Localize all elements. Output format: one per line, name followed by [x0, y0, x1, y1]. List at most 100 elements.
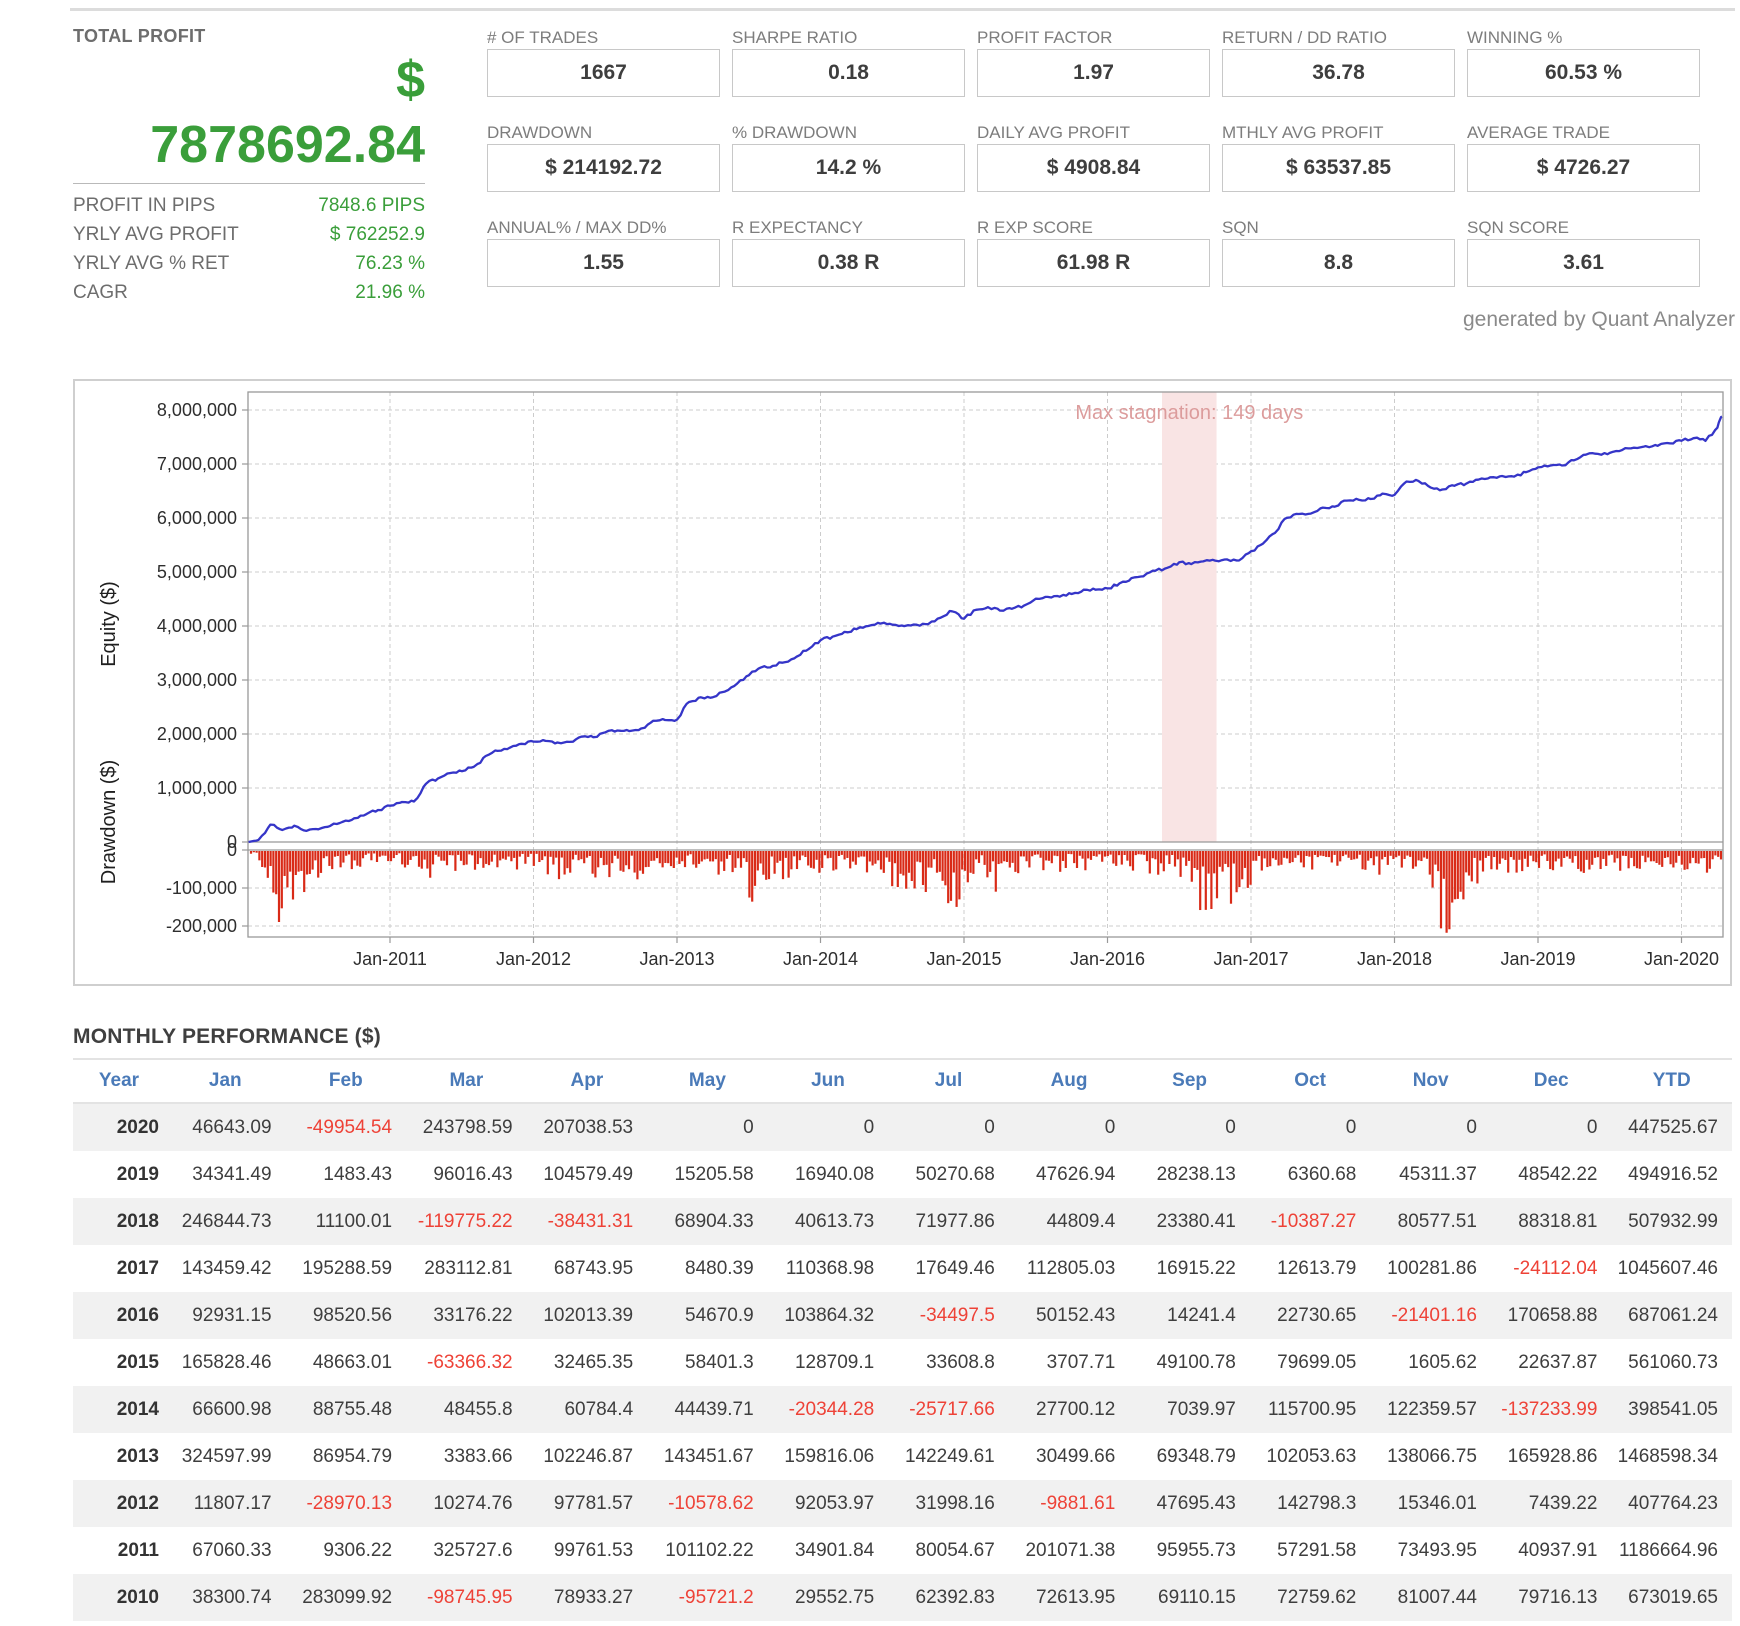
table-cell: 243798.59: [422, 1116, 513, 1138]
equity-tick-label: 2,000,000: [157, 724, 237, 744]
table-cell: 138066.75: [1387, 1445, 1477, 1467]
table-cell: 10274.76: [433, 1492, 513, 1514]
table-cell: 33176.22: [433, 1304, 513, 1326]
monthly-table-body: 2020 46643.09 -49954.54 243798.59 207038.53 0…: [73, 1104, 1732, 1621]
stat-label: DRAWDOWN: [487, 123, 593, 142]
table-cell: 142249.61: [904, 1445, 995, 1467]
table-cell: 0: [1225, 1116, 1236, 1138]
table-cell: 50270.68: [915, 1163, 995, 1185]
column-header-apr: Apr: [570, 1070, 604, 1091]
profit-in-pips-value: 7848.6 PIPS: [318, 195, 425, 216]
table-cell: 0: [1345, 1116, 1357, 1138]
table-cell: 9306.22: [323, 1539, 393, 1561]
stat-label: AVERAGE TRADE: [1467, 123, 1610, 142]
table-cell: 0: [863, 1116, 875, 1138]
table-cell-year: 2014: [116, 1398, 159, 1420]
table-cell: 88755.48: [312, 1398, 393, 1420]
stats-grid: # OF TRADES 1667 SHARPE RATIO 0.18 PROFIT FA…: [487, 26, 1700, 287]
table-cell: 57291.58: [1277, 1539, 1357, 1561]
table-cell: 494916.52: [1628, 1163, 1718, 1185]
table-cell: 47695.43: [1156, 1492, 1236, 1514]
equity-drawdown-chart: Max stagnation: 149 days 8,000,000 7,000,0…: [73, 379, 1732, 986]
table-cell: 72613.95: [1036, 1586, 1116, 1608]
table-cell: 0: [743, 1116, 754, 1138]
table-cell: 15205.58: [674, 1163, 754, 1185]
stat-cell: R EXPECTANCY 0.38 R: [732, 216, 965, 287]
stat-cell: % DRAWDOWN 14.2 %: [732, 121, 965, 192]
table-cell: 79699.05: [1277, 1351, 1357, 1373]
table-cell: 324597.99: [181, 1445, 272, 1467]
table-cell: -10387.27: [1270, 1210, 1357, 1232]
equity-axis-title: Equity ($): [98, 581, 120, 667]
equity-tick-label: 8,000,000: [157, 400, 237, 420]
yrly-avg-pct-ret-row: YRLY AVG % RET 76.23 %: [73, 249, 425, 278]
table-cell: 23380.41: [1156, 1210, 1236, 1232]
stat-label: ANNUAL% / MAX DD%: [487, 218, 667, 237]
table-row-2019: 2019 34341.49 1483.43 96016.43 104579.49 1520…: [73, 1151, 1732, 1198]
table-row-2013: 2013 324597.99 86954.79 3383.66 102246.87 143…: [73, 1433, 1732, 1480]
table-cell-year: 2020: [116, 1116, 159, 1138]
total-profit-currency-symbol: $: [396, 51, 425, 109]
table-cell: 38300.74: [192, 1586, 272, 1608]
table-cell: 62392.83: [915, 1586, 995, 1608]
stat-value-box: 1667: [487, 49, 720, 97]
equity-tick-label: 5,000,000: [157, 562, 237, 582]
table-cell: 32465.35: [553, 1351, 634, 1373]
table-cell: 33608.8: [926, 1351, 995, 1373]
x-tick-label: Jan-2013: [639, 949, 714, 969]
table-cell: 68904.33: [674, 1210, 754, 1232]
table-cell: 110368.98: [785, 1257, 875, 1279]
column-header-oct: Oct: [1294, 1070, 1326, 1091]
equity-line: [248, 415, 1723, 844]
table-row-2018: 2018 246844.73 11100.01 -119775.22 -38431.31…: [73, 1198, 1732, 1245]
stat-label: RETURN / DD RATIO: [1222, 28, 1387, 47]
table-cell: 283099.92: [302, 1586, 393, 1608]
equity-tick-label: 1,000,000: [157, 778, 237, 798]
table-cell: 507932.99: [1628, 1210, 1718, 1232]
stat-value-box: 36.78: [1222, 49, 1455, 97]
total-profit-value: 7878692.84: [150, 116, 425, 174]
table-cell-year: 2015: [116, 1351, 159, 1373]
table-cell: 78933.27: [553, 1586, 634, 1608]
table-cell-year: 2010: [116, 1586, 159, 1608]
table-cell: 1045607.46: [1617, 1257, 1718, 1279]
table-cell-year: 2018: [116, 1210, 159, 1232]
stat-label: R EXPECTANCY: [732, 218, 863, 237]
table-cell: 11807.17: [193, 1492, 272, 1514]
table-cell: 58401.3: [685, 1351, 754, 1373]
table-cell: 407764.23: [1628, 1492, 1718, 1514]
table-cell: 15346.01: [1397, 1492, 1477, 1514]
table-cell: -28970.13: [306, 1492, 393, 1514]
table-header-row: Year Jan Feb Mar Apr May Jun Jul Aug Sep Oct Nov Dec…: [73, 1060, 1732, 1102]
table-cell: 102013.39: [543, 1304, 634, 1326]
stat-value-box: 1.97: [977, 49, 1210, 97]
table-cell: 72759.62: [1277, 1586, 1357, 1608]
table-cell: 102246.87: [543, 1445, 634, 1467]
table-cell: 60784.4: [564, 1398, 634, 1420]
table-cell: 48542.22: [1518, 1163, 1598, 1185]
stat-label: MTHLY AVG PROFIT: [1222, 123, 1384, 142]
table-cell: -98745.95: [427, 1586, 513, 1608]
stat-value-box: 14.2 %: [732, 144, 965, 192]
table-cell: 86954.79: [312, 1445, 393, 1467]
x-tick-label: Jan-2017: [1213, 949, 1288, 969]
table-cell: -21401.16: [1391, 1304, 1477, 1326]
column-header-mar: Mar: [449, 1070, 484, 1091]
table-cell-year: 2017: [116, 1257, 159, 1279]
table-cell: 45311.37: [1399, 1163, 1477, 1185]
table-cell: 69348.79: [1156, 1445, 1236, 1467]
table-cell: 1483.43: [323, 1163, 393, 1185]
equity-tick-label: 4,000,000: [157, 616, 237, 636]
table-cell: -24112.04: [1513, 1257, 1598, 1279]
table-cell: 80577.51: [1397, 1210, 1477, 1232]
drawdown-tick-label: 0: [227, 840, 237, 860]
table-cell: 98520.56: [312, 1304, 393, 1326]
table-cell: 7439.22: [1528, 1492, 1598, 1514]
table-cell: 16915.22: [1156, 1257, 1236, 1279]
stat-cell: WINNING % 60.53 %: [1467, 26, 1700, 97]
table-cell: 104579.49: [543, 1163, 634, 1185]
yrly-avg-pct-ret-label: YRLY AVG % RET: [73, 253, 230, 274]
table-cell-year: 2011: [117, 1539, 159, 1561]
stat-cell: ANNUAL% / MAX DD% 1.55: [487, 216, 720, 287]
table-cell: 40613.73: [794, 1210, 875, 1232]
